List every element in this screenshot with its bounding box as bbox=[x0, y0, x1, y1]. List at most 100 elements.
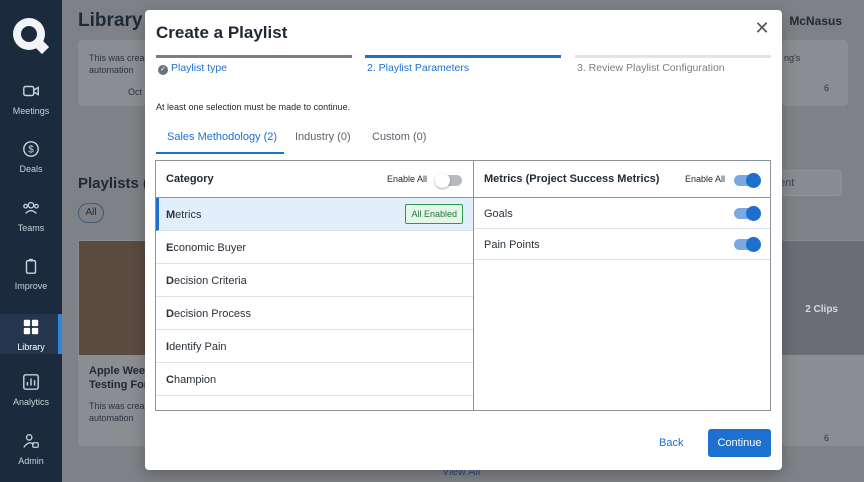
selection-hint: At least one selection must be made to c… bbox=[156, 102, 351, 112]
category-item-label: ecision Process bbox=[173, 308, 251, 320]
toggle-knob bbox=[746, 206, 761, 221]
sidebar-item-label: Meetings bbox=[12, 106, 50, 116]
category-item-decision-criteria[interactable]: Decision Criteria bbox=[156, 264, 473, 297]
metric-item-label: Pain Points bbox=[484, 239, 540, 251]
category-title: Category bbox=[166, 173, 214, 185]
sidebar-item-label: Deals bbox=[19, 164, 43, 174]
enable-all-label: Enable All bbox=[685, 174, 726, 184]
clips-count: 2 Clips bbox=[805, 304, 838, 315]
card-description: This was crea bbox=[89, 401, 145, 411]
step-review-configuration[interactable]: 3. Review Playlist Configuration bbox=[575, 55, 771, 85]
sidebar-item-deals[interactable]: $ Deals bbox=[0, 140, 62, 194]
category-item-initial: D bbox=[166, 275, 174, 287]
video-thumbnail bbox=[782, 241, 864, 355]
check-icon: ✓ bbox=[158, 65, 168, 75]
metric-item-label: Goals bbox=[484, 208, 513, 220]
filter-all-pill[interactable]: All bbox=[78, 203, 104, 223]
sidebar-item-analytics[interactable]: Analytics bbox=[0, 373, 62, 427]
goals-toggle[interactable] bbox=[734, 206, 761, 221]
category-item-label: etrics bbox=[175, 209, 202, 221]
sidebar-item-library[interactable]: Library bbox=[0, 314, 62, 354]
sidebar-item-label: Analytics bbox=[12, 397, 49, 407]
step-label-text: Playlist type bbox=[171, 62, 228, 74]
playlists-heading: Playlists ( bbox=[78, 175, 149, 192]
category-item-label: conomic Buyer bbox=[173, 242, 247, 254]
chart-icon bbox=[23, 374, 39, 390]
sidebar-item-improve[interactable]: Improve bbox=[0, 257, 62, 311]
user-menu[interactable]: McNasus bbox=[789, 14, 842, 28]
category-tabs: Sales Methodology (2) Industry (0) Custo… bbox=[156, 124, 770, 154]
clipboard-icon bbox=[25, 258, 37, 274]
all-enabled-badge: All Enabled bbox=[405, 204, 463, 224]
toggle-knob bbox=[746, 173, 761, 188]
metrics-header: Metrics (Project Success Metrics) Enable… bbox=[474, 161, 770, 198]
step-playlist-parameters[interactable]: 2. Playlist Parameters bbox=[365, 55, 561, 85]
metrics-column: Metrics (Project Success Metrics) Enable… bbox=[474, 161, 770, 410]
category-item-label: hampion bbox=[173, 374, 217, 386]
category-item-initial: D bbox=[166, 308, 174, 320]
metric-item-pain-points: Pain Points bbox=[474, 229, 770, 260]
modal-title: Create a Playlist bbox=[156, 23, 288, 42]
pain-points-toggle[interactable] bbox=[734, 237, 761, 252]
people-icon bbox=[23, 201, 39, 214]
selection-panel: Category Enable All Metrics All Enabled … bbox=[155, 160, 771, 411]
playlist-card-top-right[interactable] bbox=[782, 40, 848, 106]
sidebar-item-label: Teams bbox=[17, 223, 45, 233]
video-icon bbox=[23, 85, 39, 97]
sidebar-item-label: Library bbox=[17, 342, 45, 352]
card-description: ng's bbox=[784, 53, 801, 63]
step-label: 3. Review Playlist Configuration bbox=[577, 62, 725, 74]
category-enable-all-toggle[interactable] bbox=[435, 173, 462, 188]
sidebar: Meetings $ Deals Teams Improve Library A… bbox=[0, 0, 62, 482]
category-item-initial: C bbox=[166, 374, 174, 386]
category-item-metrics[interactable]: Metrics All Enabled bbox=[156, 198, 473, 231]
step-progress-bar bbox=[156, 55, 352, 58]
category-item-champion[interactable]: Champion bbox=[156, 363, 473, 396]
enable-all-label: Enable All bbox=[387, 174, 428, 184]
category-item-decision-process[interactable]: Decision Process bbox=[156, 297, 473, 330]
sidebar-item-meetings[interactable]: Meetings bbox=[0, 82, 62, 136]
create-playlist-modal: Create a Playlist ✕ ✓ Playlist type 2. Pl… bbox=[145, 10, 782, 470]
tab-sales-methodology[interactable]: Sales Methodology (2) bbox=[156, 124, 284, 154]
metrics-enable-all-toggle[interactable] bbox=[734, 173, 761, 188]
back-button[interactable]: Back bbox=[659, 437, 683, 449]
card-description: This was crea bbox=[89, 53, 145, 63]
card-description: automation bbox=[89, 65, 134, 75]
tab-industry[interactable]: Industry (0) bbox=[295, 124, 351, 154]
category-item-label: dentify Pain bbox=[169, 341, 227, 353]
close-icon[interactable]: ✕ bbox=[754, 19, 770, 37]
continue-button[interactable]: Continue bbox=[708, 429, 771, 457]
step-label: ✓ Playlist type bbox=[158, 62, 227, 75]
step-label: 2. Playlist Parameters bbox=[367, 62, 470, 74]
step-progress-bar bbox=[365, 55, 561, 58]
page-title: Library bbox=[78, 10, 143, 31]
category-item-initial: M bbox=[166, 209, 176, 221]
card-title: Apple Week bbox=[89, 365, 152, 377]
sidebar-item-label: Admin bbox=[18, 456, 44, 466]
category-header: Category Enable All bbox=[156, 161, 473, 198]
category-column: Category Enable All Metrics All Enabled … bbox=[156, 161, 474, 410]
svg-text:$: $ bbox=[28, 145, 34, 156]
tab-custom[interactable]: Custom (0) bbox=[372, 124, 426, 154]
card-title: Testing For bbox=[89, 379, 149, 391]
sidebar-item-label: Improve bbox=[14, 281, 48, 291]
category-item-identify-pain[interactable]: Identify Pain bbox=[156, 330, 473, 363]
app-logo[interactable] bbox=[13, 18, 45, 50]
metric-item-goals: Goals bbox=[474, 198, 770, 229]
admin-icon bbox=[23, 434, 39, 448]
step-progress-bar bbox=[575, 55, 771, 58]
category-item-label: ecision Criteria bbox=[173, 275, 247, 287]
video-thumbnail bbox=[79, 241, 145, 355]
grid-icon bbox=[23, 319, 39, 335]
dollar-icon: $ bbox=[23, 141, 39, 157]
toggle-knob bbox=[746, 237, 761, 252]
metrics-title: Metrics (Project Success Metrics) bbox=[484, 173, 660, 185]
sidebar-item-teams[interactable]: Teams bbox=[0, 199, 62, 253]
card-description: automation bbox=[89, 413, 134, 423]
sidebar-item-admin[interactable]: Admin bbox=[0, 432, 62, 482]
category-item-economic-buyer[interactable]: Economic Buyer bbox=[156, 231, 473, 264]
card-count: 6 bbox=[824, 433, 830, 443]
card-count: 6 bbox=[824, 83, 830, 93]
step-playlist-type[interactable]: ✓ Playlist type bbox=[156, 55, 352, 85]
toggle-knob bbox=[435, 173, 450, 188]
